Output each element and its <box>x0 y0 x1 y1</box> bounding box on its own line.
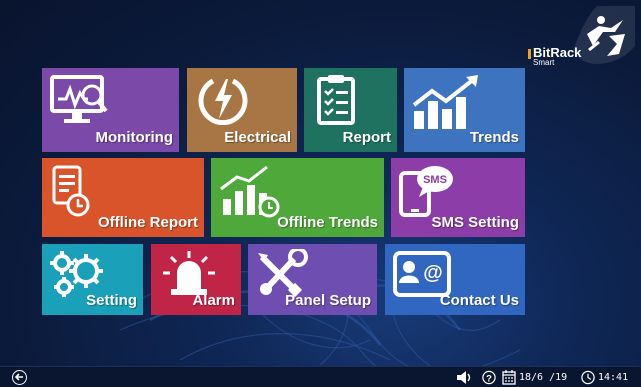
tile-contact-us[interactable]: @ Contact Us <box>385 244 525 315</box>
tile-label: Setting <box>86 292 137 309</box>
tile-label: Offline Trends <box>277 214 378 231</box>
time-display: 14:41 <box>598 372 629 383</box>
help-icon[interactable]: ? <box>481 370 497 385</box>
tile-alarm[interactable]: Alarm <box>151 244 241 315</box>
tile-offline-trends[interactable]: Offline Trends <box>211 158 384 237</box>
tile-label: Panel Setup <box>285 292 371 309</box>
tile-label: Offline Report <box>98 214 198 231</box>
tile-label: Alarm <box>192 292 235 309</box>
tile-panel-setup[interactable]: Panel Setup <box>248 244 377 315</box>
tile-trends[interactable]: Trends <box>404 68 525 152</box>
document-clock-icon <box>52 165 90 217</box>
sms-phone-icon: SMS <box>399 166 453 217</box>
brand-accent-bar <box>528 48 531 59</box>
tile-label: Electrical <box>224 129 291 146</box>
tile-monitoring[interactable]: Monitoring <box>42 68 179 152</box>
bars-clock-icon <box>220 165 280 218</box>
tile-electrical[interactable]: Electrical <box>187 68 297 152</box>
speaker-icon[interactable] <box>455 370 473 385</box>
svg-text:SMS: SMS <box>423 174 447 186</box>
tile-label: Trends <box>469 129 519 146</box>
dashboard-screen: BitRackSmart Monitoring Electrical Repo <box>0 0 641 387</box>
tile-label: Monitoring <box>95 129 173 146</box>
taskbar: ? 18/6 /19 14:41 <box>0 366 641 387</box>
monitor-gauge-icon <box>50 75 108 123</box>
tile-label: SMS Setting <box>431 214 519 231</box>
brand-subtitle: Smart <box>533 58 555 67</box>
tile-label: Report <box>342 129 391 146</box>
tile-sms-setting[interactable]: SMS SMS Setting <box>391 158 525 237</box>
power-bolt-icon <box>198 78 248 125</box>
gears-icon <box>50 251 103 297</box>
tile-report[interactable]: Report <box>304 68 397 152</box>
clipboard-checklist-icon <box>317 75 355 125</box>
tile-offline-report[interactable]: Offline Report <box>42 158 204 237</box>
svg-text:?: ? <box>486 373 492 383</box>
tile-setting[interactable]: Setting <box>42 244 143 315</box>
svg-text:@: @ <box>423 262 443 284</box>
trend-chart-icon <box>412 75 478 129</box>
back-arrow-icon[interactable] <box>12 370 27 385</box>
date-display: 18/6 /19 <box>519 372 568 383</box>
tile-label: Contact Us <box>439 292 519 309</box>
calendar-icon <box>502 370 516 385</box>
clock-icon <box>581 370 595 385</box>
brand-name: BitRack Smart <box>528 46 581 67</box>
